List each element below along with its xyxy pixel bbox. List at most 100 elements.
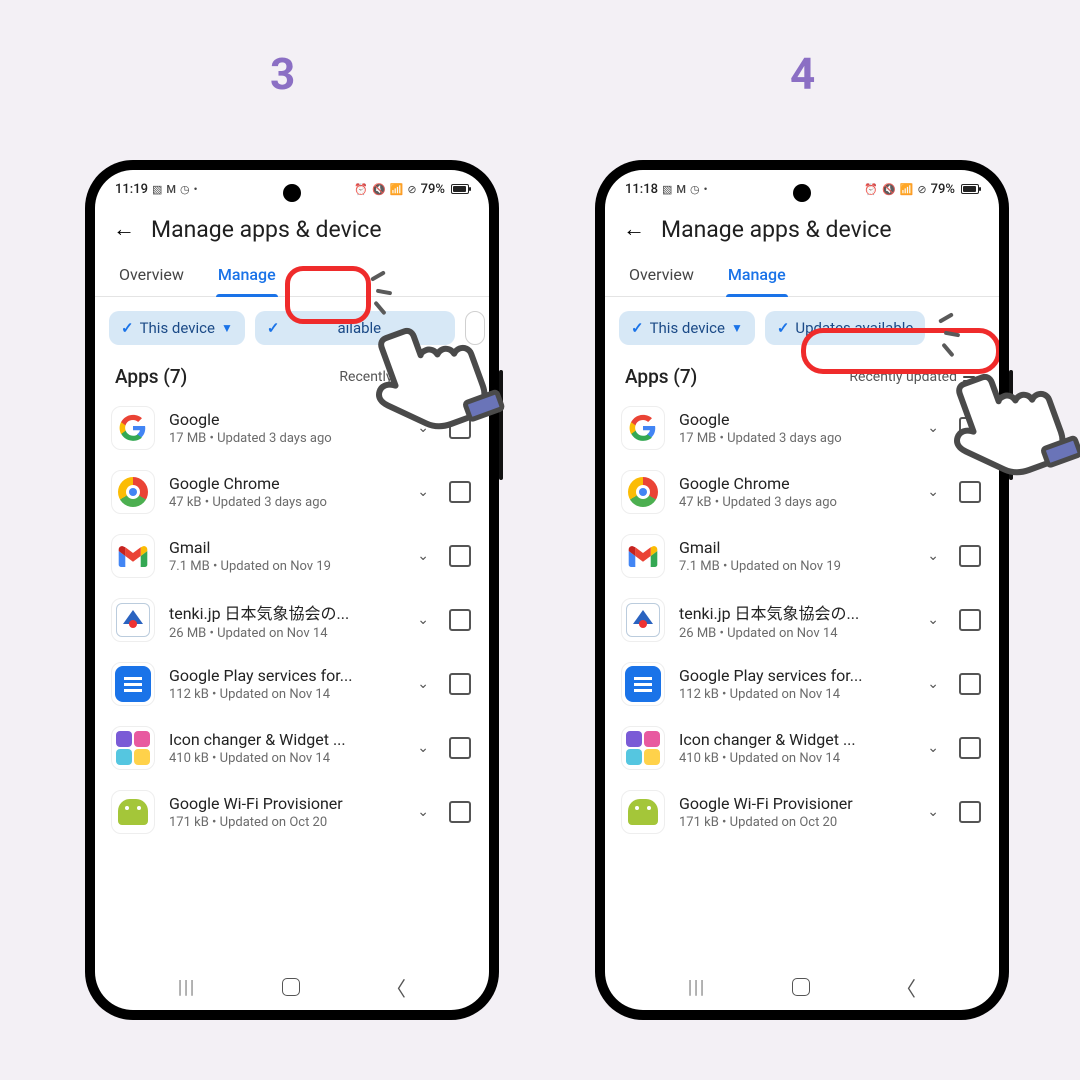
- app-meta: 17 MB • Updated 3 days ago: [169, 431, 397, 446]
- sort-button[interactable]: Recently updated: [339, 369, 469, 385]
- app-row[interactable]: tenki.jp 日本気象協会の...26 MB • Updated on No…: [95, 588, 489, 652]
- filter-chips: ✓ This device ▼ ✓ ailable: [95, 297, 489, 353]
- select-checkbox[interactable]: [959, 801, 981, 823]
- chevron-down-icon[interactable]: ⌄: [411, 740, 435, 756]
- nav-home-icon[interactable]: [792, 978, 810, 996]
- chevron-down-icon[interactable]: ⌄: [411, 484, 435, 500]
- select-checkbox[interactable]: [449, 417, 471, 439]
- select-checkbox[interactable]: [959, 417, 981, 439]
- select-checkbox[interactable]: [449, 545, 471, 567]
- chevron-down-icon: ▼: [221, 321, 233, 335]
- chevron-down-icon[interactable]: ⌄: [411, 612, 435, 628]
- app-row[interactable]: Google Chrome47 kB • Updated 3 days ago ⌄: [605, 460, 999, 524]
- tab-overview[interactable]: Overview: [117, 255, 186, 296]
- app-info: Google Play services for... 112 kB • Upda…: [169, 666, 397, 702]
- app-info: Google Chrome47 kB • Updated 3 days ago: [679, 474, 907, 510]
- app-row[interactable]: Google17 MB • Updated 3 days ago ⌄: [605, 396, 999, 460]
- section-header: Apps (7) Recently updated: [605, 353, 999, 396]
- apps-list: Google17 MB • Updated 3 days ago⌄Google …: [95, 396, 489, 964]
- gmail-icon: M: [676, 183, 686, 196]
- tab-bar: Overview Manage: [605, 255, 999, 297]
- clock-icon: ◷: [690, 183, 700, 196]
- chevron-down-icon[interactable]: ⌄: [921, 484, 945, 500]
- app-row[interactable]: Icon changer & Widget ...410 kB • Update…: [95, 716, 489, 780]
- check-icon: ✓: [631, 319, 644, 337]
- chip-label: This device: [140, 319, 215, 337]
- chevron-down-icon[interactable]: ⌄: [411, 804, 435, 820]
- app-icon: [621, 790, 665, 834]
- chevron-down-icon[interactable]: ⌄: [921, 612, 945, 628]
- nav-back-icon[interactable]: 〈: [386, 973, 406, 1002]
- tab-overview[interactable]: Overview: [627, 255, 696, 296]
- nav-home-icon[interactable]: [282, 978, 300, 996]
- app-info: Google17 MB • Updated 3 days ago: [169, 410, 397, 446]
- select-checkbox[interactable]: [449, 801, 471, 823]
- more-icon: •: [194, 183, 198, 196]
- no-sim-icon: ⊘: [917, 183, 926, 196]
- chevron-down-icon: ▼: [731, 321, 743, 335]
- select-checkbox[interactable]: [959, 481, 981, 503]
- select-checkbox[interactable]: [959, 545, 981, 567]
- no-sim-icon: ⊘: [407, 183, 416, 196]
- select-checkbox[interactable]: [449, 673, 471, 695]
- select-checkbox[interactable]: [959, 673, 981, 695]
- app-icon: [111, 726, 155, 770]
- back-arrow-icon[interactable]: ←: [623, 219, 645, 241]
- chevron-down-icon[interactable]: ⌄: [921, 740, 945, 756]
- nav-recent-icon[interactable]: |||: [688, 977, 706, 998]
- app-row[interactable]: Gmail7.1 MB • Updated on Nov 19⌄: [95, 524, 489, 588]
- select-checkbox[interactable]: [959, 737, 981, 759]
- nav-back-icon[interactable]: 〈: [896, 973, 916, 1002]
- app-meta: 47 kB • Updated 3 days ago: [169, 495, 397, 510]
- app-name: Google Play services for...: [169, 666, 397, 685]
- chip-this-device[interactable]: ✓ This device ▼: [109, 311, 245, 345]
- chevron-down-icon[interactable]: ⌄: [411, 420, 435, 436]
- app-row[interactable]: Google Play services for...112 kB • Upda…: [605, 652, 999, 716]
- step-number: 3: [270, 48, 295, 100]
- chip-updates-available[interactable]: ✓ Updates available: [765, 311, 926, 345]
- back-arrow-icon[interactable]: ←: [113, 219, 135, 241]
- phone-screen: 11:19 ▧ M ◷ • ⏰ 🔇 📶 ⊘ 79% ← Manage apps …: [95, 170, 489, 1010]
- select-checkbox[interactable]: [449, 737, 471, 759]
- app-row[interactable]: tenki.jp 日本気象協会の...26 MB • Updated on No…: [605, 588, 999, 652]
- app-row[interactable]: Gmail7.1 MB • Updated on Nov 19⌄: [605, 524, 999, 588]
- app-row[interactable]: Google Chrome47 kB • Updated 3 days ago⌄: [95, 460, 489, 524]
- app-meta: 26 MB • Updated on Nov 14: [679, 626, 907, 641]
- app-icon: [111, 662, 155, 706]
- sort-label: Recently updated: [339, 369, 447, 385]
- chip-this-device[interactable]: ✓ This device ▼: [619, 311, 755, 345]
- app-icon: [111, 406, 155, 450]
- chip-more[interactable]: [465, 311, 485, 345]
- chevron-down-icon[interactable]: ⌄: [411, 676, 435, 692]
- status-time: 11:18: [625, 182, 658, 197]
- chevron-down-icon[interactable]: ⌄: [921, 548, 945, 564]
- app-row[interactable]: Google Play services for... 112 kB • Upda…: [95, 652, 489, 716]
- select-checkbox[interactable]: [449, 481, 471, 503]
- app-icon: [111, 470, 155, 514]
- filter-chips: ✓ This device ▼ ✓ Updates available: [605, 297, 999, 353]
- tab-manage[interactable]: Manage: [726, 255, 788, 296]
- select-checkbox[interactable]: [959, 609, 981, 631]
- chevron-down-icon[interactable]: ⌄: [921, 804, 945, 820]
- chip-updates-available[interactable]: ✓ ailable: [255, 311, 455, 345]
- app-icon: [621, 726, 665, 770]
- tab-manage[interactable]: Manage: [216, 255, 278, 296]
- app-info: Google17 MB • Updated 3 days ago: [679, 410, 907, 446]
- wifi-icon: 📶: [900, 183, 914, 196]
- image-icon: ▧: [152, 183, 162, 196]
- nav-recent-icon[interactable]: |||: [178, 977, 196, 998]
- app-row[interactable]: Icon changer & Widget ...410 kB • Update…: [605, 716, 999, 780]
- app-meta: 112 kB • Updated on Nov 14: [169, 687, 397, 702]
- battery-pct: 79%: [931, 182, 955, 197]
- select-checkbox[interactable]: [449, 609, 471, 631]
- status-time: 11:19: [115, 182, 148, 197]
- sort-button[interactable]: Recently updated: [849, 369, 979, 385]
- app-row[interactable]: Google Wi-Fi Provisioner171 kB • Updated…: [95, 780, 489, 844]
- app-row[interactable]: Google17 MB • Updated 3 days ago ⌄: [95, 396, 489, 460]
- phone-frame: 11:19 ▧ M ◷ • ⏰ 🔇 📶 ⊘ 79% ← Manage apps …: [85, 160, 499, 1020]
- chevron-down-icon[interactable]: ⌄: [921, 676, 945, 692]
- battery-icon: [961, 184, 979, 194]
- chevron-down-icon[interactable]: ⌄: [411, 548, 435, 564]
- chevron-down-icon[interactable]: ⌄: [921, 420, 945, 436]
- app-row[interactable]: Google Wi-Fi Provisioner171 kB • Updated…: [605, 780, 999, 844]
